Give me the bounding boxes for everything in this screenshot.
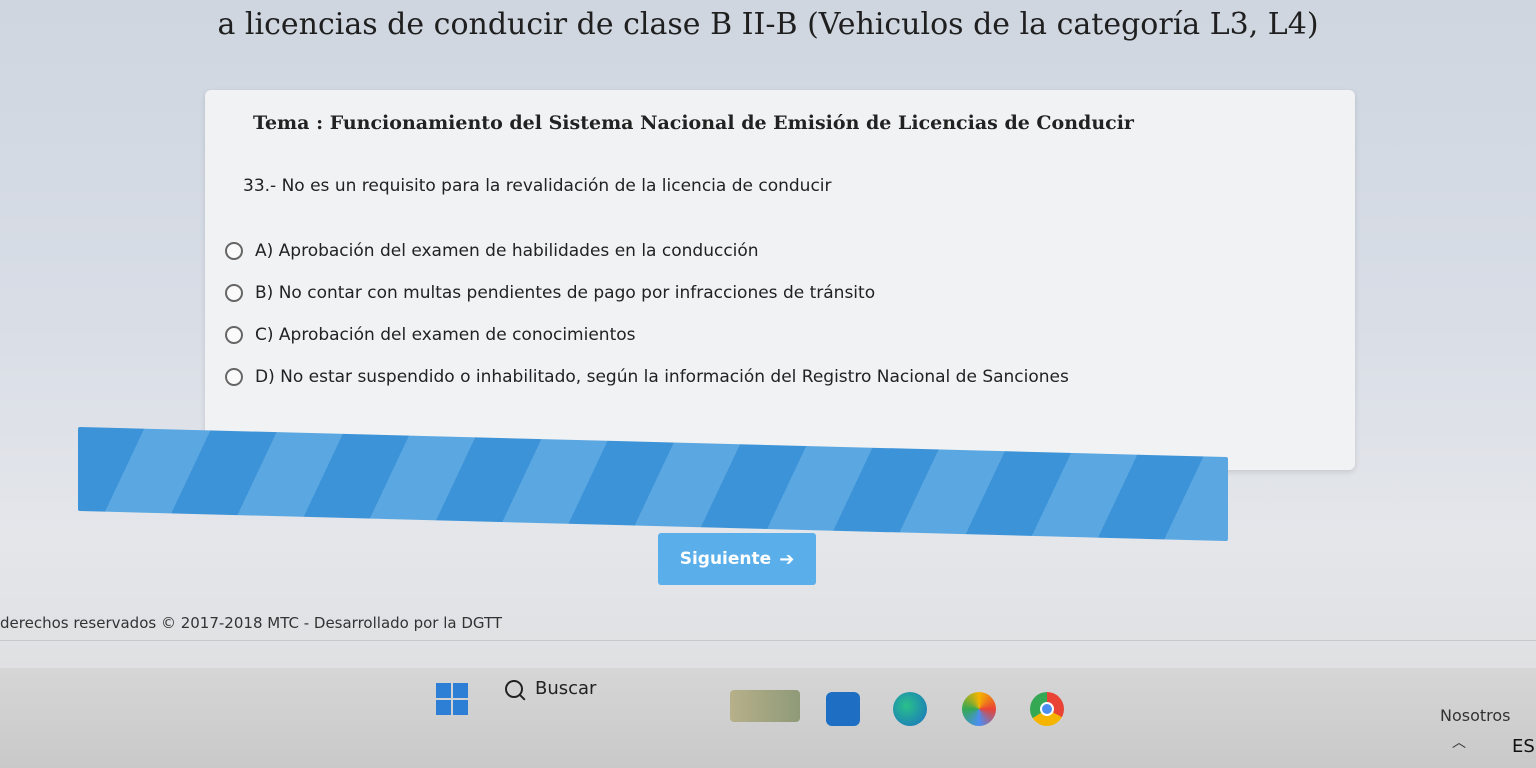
- answer-options: A) Aprobación del examen de habilidades …: [225, 230, 1069, 398]
- search-icon: [505, 679, 523, 698]
- radio-option-c[interactable]: [225, 326, 243, 344]
- arrow-right-icon: ➔: [779, 548, 795, 570]
- option-b[interactable]: B) No contar con multas pendientes de pa…: [225, 272, 1069, 314]
- question-text: 33.- No es un requisito para la revalida…: [243, 176, 832, 196]
- next-button[interactable]: Siguiente ➔: [658, 533, 816, 585]
- option-a[interactable]: A) Aprobación del examen de habilidades …: [225, 230, 1069, 272]
- search-label: Buscar: [535, 678, 597, 699]
- windows-icon[interactable]: [436, 683, 468, 715]
- edge-icon[interactable]: [893, 692, 927, 726]
- photos-icon[interactable]: [962, 692, 996, 726]
- option-d-label: D) No estar suspendido o inhabilitado, s…: [255, 367, 1069, 387]
- store-icon[interactable]: [826, 692, 860, 726]
- language-indicator[interactable]: ES: [1512, 736, 1535, 757]
- page-title: a licencias de conducir de clase B II-B …: [217, 7, 1319, 42]
- option-a-label: A) Aprobación del examen de habilidades …: [255, 241, 759, 261]
- next-button-label: Siguiente: [679, 549, 772, 569]
- chevron-up-icon[interactable]: ︿: [1452, 732, 1466, 752]
- weather-icon[interactable]: [730, 690, 800, 722]
- option-d[interactable]: D) No estar suspendido o inhabilitado, s…: [225, 356, 1069, 398]
- option-c[interactable]: C) Aprobación del examen de conocimiento…: [225, 314, 1069, 356]
- radio-option-d[interactable]: [225, 368, 243, 386]
- taskbar: Buscar Nosotros ︿ ES: [0, 668, 1536, 768]
- footer-copyright: derechos reservados © 2017-2018 MTC - De…: [0, 614, 1536, 641]
- option-c-label: C) Aprobación del examen de conocimiento…: [255, 325, 636, 345]
- question-card: Tema : Funcionamiento del Sistema Nacion…: [205, 90, 1355, 470]
- radio-option-a[interactable]: [225, 242, 243, 260]
- radio-option-b[interactable]: [225, 284, 243, 302]
- tray-text: Nosotros: [1440, 706, 1511, 725]
- option-b-label: B) No contar con multas pendientes de pa…: [255, 283, 876, 303]
- chrome-icon[interactable]: [1030, 692, 1064, 726]
- question-topic: Tema : Funcionamiento del Sistema Nacion…: [253, 112, 1134, 134]
- taskbar-search[interactable]: Buscar: [505, 678, 596, 699]
